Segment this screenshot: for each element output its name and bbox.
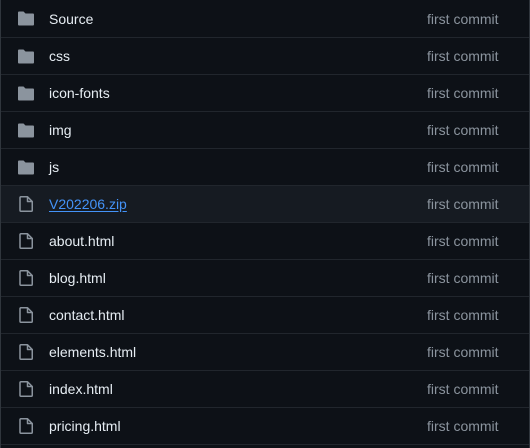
file-name-link[interactable]: blog.html (49, 270, 106, 286)
file-name-link[interactable]: icon-fonts (49, 85, 110, 101)
file-row-index-html[interactable]: index.html first commit (1, 371, 529, 408)
commit-message-link[interactable]: first commit (427, 122, 499, 138)
file-icon (17, 381, 35, 397)
file-icon (17, 196, 35, 212)
commit-message-link[interactable]: first commit (427, 344, 499, 360)
file-row-elements-html[interactable]: elements.html first commit (1, 334, 529, 371)
commit-message-link[interactable]: first commit (427, 307, 499, 323)
file-name-link[interactable]: pricing.html (49, 418, 121, 434)
folder-icon (17, 122, 35, 138)
file-name-link[interactable]: contact.html (49, 307, 124, 323)
file-icon (17, 270, 35, 286)
file-row-blog-html[interactable]: blog.html first commit (1, 260, 529, 297)
file-row-js[interactable]: js first commit (1, 149, 529, 186)
file-list: Source first commit css first commit ico… (0, 0, 530, 448)
folder-icon (17, 159, 35, 175)
commit-message-link[interactable]: first commit (427, 196, 499, 212)
file-icon (17, 344, 35, 360)
folder-icon (17, 11, 35, 27)
file-row-contact-html[interactable]: contact.html first commit (1, 297, 529, 334)
commit-message-link[interactable]: first commit (427, 85, 499, 101)
file-icon (17, 418, 35, 434)
file-icon (17, 307, 35, 323)
commit-message-link[interactable]: first commit (427, 48, 499, 64)
file-row-source[interactable]: Source first commit (1, 0, 529, 38)
file-name-link[interactable]: about.html (49, 233, 114, 249)
commit-message-link[interactable]: first commit (427, 159, 499, 175)
file-row-icon-fonts[interactable]: icon-fonts first commit (1, 75, 529, 112)
file-name-link[interactable]: css (49, 48, 70, 64)
file-row-img[interactable]: img first commit (1, 112, 529, 149)
file-name-link[interactable]: index.html (49, 381, 113, 397)
file-icon (17, 233, 35, 249)
commit-message-link[interactable]: first commit (427, 11, 499, 27)
file-row-v202206-zip[interactable]: V202206.zip first commit (1, 186, 529, 223)
commit-message-link[interactable]: first commit (427, 233, 499, 249)
file-name-link[interactable]: elements.html (49, 344, 136, 360)
file-row-pricing-html[interactable]: pricing.html first commit (1, 408, 529, 445)
file-row-css[interactable]: css first commit (1, 38, 529, 75)
file-name-link[interactable]: img (49, 122, 72, 138)
commit-message-link[interactable]: first commit (427, 418, 499, 434)
commit-message-link[interactable]: first commit (427, 270, 499, 286)
file-name-link[interactable]: js (49, 159, 59, 175)
folder-icon (17, 48, 35, 64)
file-name-link[interactable]: V202206.zip (49, 196, 127, 212)
file-name-link[interactable]: Source (49, 11, 93, 27)
folder-icon (17, 85, 35, 101)
file-row-about-html[interactable]: about.html first commit (1, 223, 529, 260)
commit-message-link[interactable]: first commit (427, 381, 499, 397)
